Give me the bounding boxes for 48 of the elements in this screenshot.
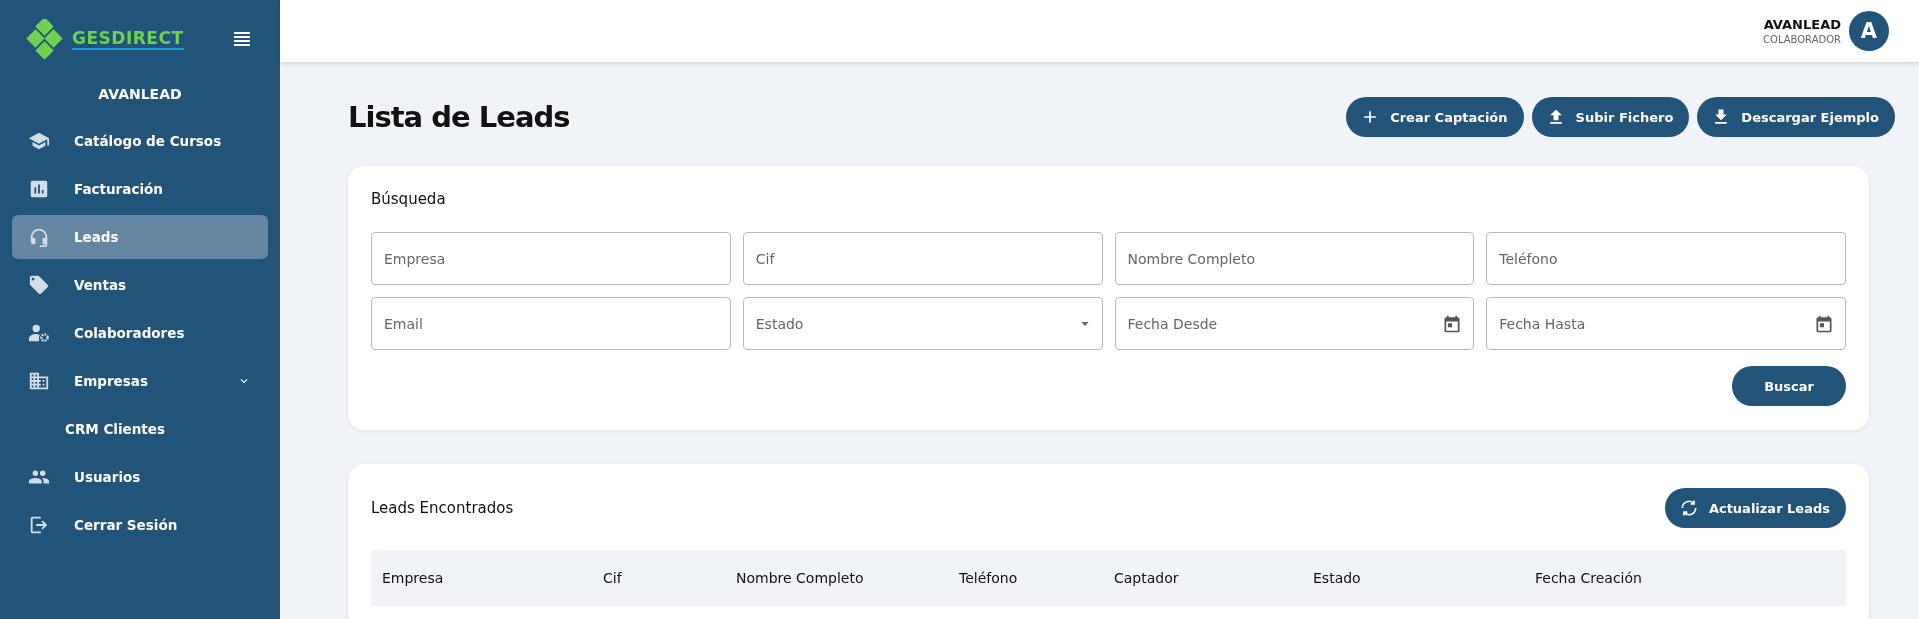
sidebar-item[interactable]: Cerrar Sesión <box>12 503 268 547</box>
company-name: AVANLEAD <box>97 86 183 102</box>
date-field[interactable]: Fecha Desde <box>1114 297 1475 350</box>
graduation-cap-icon <box>28 130 50 152</box>
card-title: Leads Encontrados <box>371 499 514 517</box>
building-icon <box>28 370 50 392</box>
column-header: Empresa <box>382 570 445 586</box>
card-title: Búsqueda <box>371 190 447 208</box>
calendar-icon[interactable] <box>1442 313 1463 334</box>
date-field[interactable]: Fecha Hasta <box>1486 297 1846 350</box>
column-header: Cif <box>603 570 623 586</box>
sidebar-item[interactable]: Ventas <box>12 263 268 307</box>
sidebar-item[interactable]: Leads <box>12 215 268 259</box>
calendar-icon[interactable] <box>1814 313 1834 334</box>
sidebar-item[interactable]: Usuarios <box>12 455 268 499</box>
column-header: Nombre Completo <box>736 570 865 586</box>
user-role: COLABORADOR <box>1763 34 1841 45</box>
input-field[interactable]: Email <box>371 297 731 350</box>
input-field[interactable]: Teléfono <box>1486 232 1846 285</box>
action-button[interactable]: Descargar Ejemplo <box>1697 97 1895 137</box>
column-header: Fecha Creación <box>1535 570 1643 586</box>
select-field[interactable]: Estado <box>742 297 1103 350</box>
menu-icon[interactable] <box>234 32 250 46</box>
action-button[interactable]: Crear Captación <box>1346 97 1524 137</box>
action-button[interactable]: Subir Fichero <box>1531 97 1690 137</box>
sidebar-subitem[interactable]: CRM Clientes <box>12 407 268 451</box>
logo-icon <box>26 19 66 59</box>
sidebar-item[interactable]: Colaboradores <box>12 311 268 355</box>
tag-icon <box>28 274 50 296</box>
logout-icon <box>28 514 50 536</box>
sidebar-item[interactable]: Catálogo de Cursos <box>12 119 268 163</box>
user-gear-icon <box>28 322 50 344</box>
sidebar-item[interactable]: Empresas <box>12 359 268 403</box>
bar-chart-icon <box>28 178 50 200</box>
logo-wordmark: GESDIRECT <box>72 28 184 50</box>
input-field[interactable]: Empresa <box>371 232 731 285</box>
search-button[interactable]: Buscar <box>1732 366 1846 406</box>
user-name: AVANLEAD <box>1763 17 1841 32</box>
column-header: Teléfono <box>959 570 1019 586</box>
sidebar-item[interactable]: Facturación <box>12 167 268 211</box>
input-field[interactable]: Cif <box>742 232 1103 285</box>
headset-icon <box>28 226 50 248</box>
input-field[interactable]: Nombre Completo <box>1114 232 1475 285</box>
user-avatar[interactable]: A <box>1849 11 1889 51</box>
column-header: Estado <box>1313 570 1362 586</box>
refresh-button[interactable]: Actualizar Leads <box>1664 488 1846 528</box>
column-header: Captador <box>1114 570 1180 586</box>
page-title: Lista de Leads <box>348 100 570 134</box>
